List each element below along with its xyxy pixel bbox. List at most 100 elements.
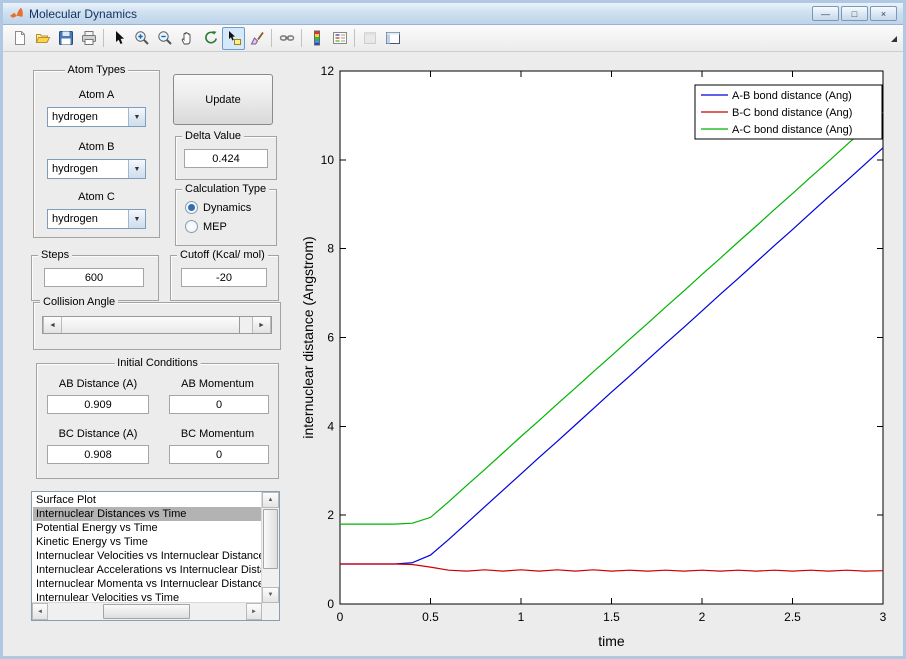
bc-distance-input[interactable] (47, 445, 149, 464)
initial-conditions-panel: Initial Conditions AB Distance (A) AB Mo… (36, 363, 279, 479)
toolbar-separator (271, 29, 272, 47)
window-title: Molecular Dynamics (29, 7, 137, 21)
scroll-right-icon[interactable]: ► (246, 603, 262, 620)
slider-left-arrow-icon[interactable]: ◄ (43, 317, 62, 333)
horizontal-scrollbar[interactable]: ◄ ► (32, 602, 262, 620)
new-figure-icon[interactable] (8, 27, 31, 50)
data-cursor-icon[interactable] (222, 27, 245, 50)
titlebar[interactable]: Molecular Dynamics — □ × (3, 3, 903, 25)
rotate-3d-icon[interactable] (199, 27, 222, 50)
list-item[interactable]: Kinetic Energy vs Time (33, 535, 262, 549)
list-item[interactable]: Internuclear Distances vs Time (33, 507, 262, 521)
atom-b-select[interactable]: hydrogen ▼ (47, 159, 146, 179)
y-tick-label: 6 (327, 331, 334, 345)
ab-distance-input[interactable] (47, 395, 149, 414)
atom-a-select[interactable]: hydrogen ▼ (47, 107, 146, 127)
plot-axes[interactable]: 02468101200.511.522.53timeinternuclear d… (299, 58, 903, 654)
scrollbar-corner (262, 603, 279, 620)
atom-c-label: Atom C (34, 191, 159, 203)
toolbar-separator (301, 29, 302, 47)
plot-background (340, 71, 883, 604)
atom-c-value: hydrogen (48, 213, 128, 225)
collision-angle-slider[interactable]: ◄ ► (42, 316, 272, 334)
scroll-down-icon[interactable]: ▼ (262, 587, 279, 603)
zoom-out-icon[interactable] (153, 27, 176, 50)
chevron-down-icon: ▼ (128, 108, 145, 126)
x-axis-label: time (598, 633, 625, 649)
update-button[interactable]: Update (173, 74, 273, 125)
x-tick-label: 0.5 (422, 610, 439, 624)
slider-thumb[interactable] (62, 317, 240, 333)
open-file-icon[interactable] (31, 27, 54, 50)
maximize-button[interactable]: □ (841, 6, 868, 21)
link-plots-icon[interactable] (275, 27, 298, 50)
steps-input[interactable] (44, 268, 144, 287)
hscroll-thumb[interactable] (103, 604, 190, 619)
show-plot-tools-icon[interactable] (381, 27, 404, 50)
list-item[interactable]: Internuclear Momenta vs Internuclear Dis… (33, 577, 262, 591)
ab-distance-label: AB Distance (A) (37, 378, 159, 390)
y-tick-label: 2 (327, 508, 334, 522)
list-item[interactable]: Surface Plot (33, 493, 262, 507)
zoom-in-icon[interactable] (130, 27, 153, 50)
radio-label: Dynamics (203, 202, 251, 214)
window-controls: — □ × (810, 6, 897, 21)
panel-title: Collision Angle (40, 296, 118, 308)
save-icon[interactable] (54, 27, 77, 50)
radio-dynamics[interactable]: Dynamics (185, 201, 251, 214)
steps-panel: Steps (31, 255, 159, 301)
x-tick-label: 1 (518, 610, 525, 624)
bc-momentum-label: BC Momentum (159, 428, 276, 440)
radio-icon (185, 201, 198, 214)
scroll-up-icon[interactable]: ▲ (262, 492, 279, 508)
x-tick-label: 1.5 (603, 610, 620, 624)
toolbar-overflow-icon[interactable] (891, 36, 897, 42)
plot-type-listbox[interactable]: Surface PlotInternuclear Distances vs Ti… (31, 491, 280, 621)
bc-momentum-input[interactable] (169, 445, 269, 464)
radio-label: MEP (203, 221, 227, 233)
scroll-left-icon[interactable]: ◄ (32, 603, 48, 620)
list-item[interactable]: Potential Energy vs Time (33, 521, 262, 535)
calculation-type-panel: Calculation Type Dynamics MEP (175, 189, 277, 246)
insert-legend-icon[interactable] (328, 27, 351, 50)
chevron-down-icon: ▼ (128, 210, 145, 228)
toolbar-separator (103, 29, 104, 47)
y-tick-label: 4 (327, 419, 334, 433)
panel-title: Calculation Type (182, 183, 269, 195)
listbox-items: Surface PlotInternuclear Distances vs Ti… (33, 493, 262, 603)
legend-entry-label: A-C bond distance (Ang) (732, 124, 852, 136)
toolbar (3, 25, 903, 52)
brush-icon[interactable] (245, 27, 268, 50)
panel-title: Cutoff (Kcal/ mol) (177, 249, 268, 261)
x-tick-label: 2 (699, 610, 706, 624)
bc-distance-label: BC Distance (A) (37, 428, 159, 440)
y-axis-label: internuclear distance (Angstrom) (300, 236, 316, 438)
pointer-icon[interactable] (107, 27, 130, 50)
app-window: Molecular Dynamics — □ × Atom Types Atom… (0, 0, 906, 659)
insert-colorbar-icon[interactable] (305, 27, 328, 50)
collision-angle-panel: Collision Angle ◄ ► (33, 302, 281, 350)
radio-mep[interactable]: MEP (185, 220, 227, 233)
delta-value-input[interactable] (184, 149, 268, 168)
vertical-scrollbar[interactable]: ▲ ▼ (261, 492, 279, 603)
print-icon[interactable] (77, 27, 100, 50)
toolbar-separator (354, 29, 355, 47)
ab-momentum-input[interactable] (169, 395, 269, 414)
cutoff-input[interactable] (181, 268, 267, 287)
y-tick-label: 8 (327, 242, 334, 256)
slider-right-arrow-icon[interactable]: ► (252, 317, 271, 333)
slider-track[interactable] (240, 317, 252, 333)
panel-title: Initial Conditions (114, 357, 201, 369)
matlab-figure-icon (9, 6, 24, 21)
close-button[interactable]: × (870, 6, 897, 21)
hscroll-track[interactable] (48, 603, 246, 620)
minimize-button[interactable]: — (812, 6, 839, 21)
list-item[interactable]: Internuclear Velocities vs Internuclear … (33, 549, 262, 563)
hide-plot-tools-icon[interactable] (358, 27, 381, 50)
vscroll-thumb[interactable] (263, 509, 278, 569)
panel-title: Delta Value (182, 130, 244, 142)
y-tick-label: 0 (327, 597, 334, 611)
atom-c-select[interactable]: hydrogen ▼ (47, 209, 146, 229)
pan-icon[interactable] (176, 27, 199, 50)
list-item[interactable]: Internuclear Accelerations vs Internucle… (33, 563, 262, 577)
